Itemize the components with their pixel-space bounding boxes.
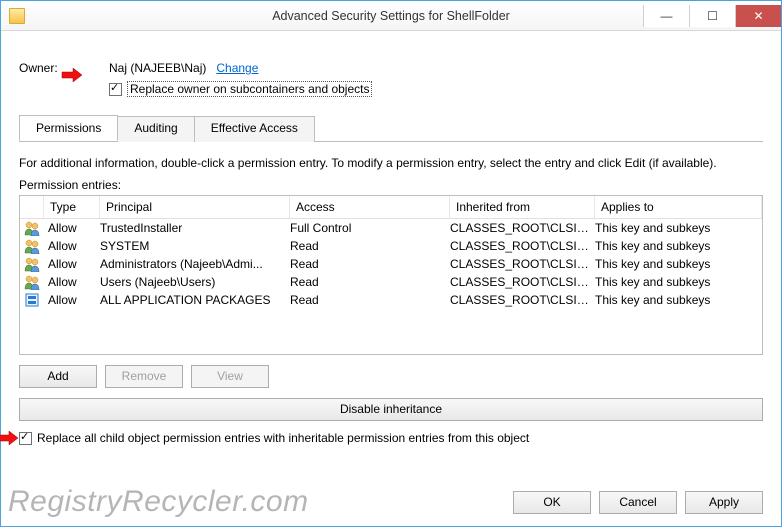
- table-row[interactable]: AllowAdministrators (Najeeb\Admi...ReadC…: [20, 255, 762, 273]
- cell-access: Read: [290, 275, 450, 289]
- col-header-icon[interactable]: [20, 196, 44, 218]
- table-row[interactable]: AllowSYSTEMReadCLASSES_ROOT\CLSID...This…: [20, 237, 762, 255]
- cell-applies: This key and subkeys: [595, 275, 762, 289]
- cell-inherited: CLASSES_ROOT\CLSID...: [450, 293, 595, 307]
- dialog-content: Owner: Naj (NAJEEB\Naj) Change Replace o…: [1, 31, 781, 526]
- list-header: Type Principal Access Inherited from App…: [20, 196, 762, 219]
- principal-icon: [20, 220, 44, 236]
- cell-principal: SYSTEM: [100, 239, 290, 253]
- col-header-principal[interactable]: Principal: [100, 196, 290, 218]
- cell-type: Allow: [44, 293, 100, 307]
- cell-principal: ALL APPLICATION PACKAGES: [100, 293, 290, 307]
- table-row[interactable]: AllowTrustedInstallerFull ControlCLASSES…: [20, 219, 762, 237]
- remove-button: Remove: [105, 365, 183, 388]
- apply-button[interactable]: Apply: [685, 491, 763, 514]
- security-settings-window: Advanced Security Settings for ShellFold…: [0, 0, 782, 527]
- col-header-inherited[interactable]: Inherited from: [450, 196, 595, 218]
- replace-child-checkbox[interactable]: [19, 432, 32, 445]
- cell-type: Allow: [44, 221, 100, 235]
- cell-applies: This key and subkeys: [595, 239, 762, 253]
- replace-owner-checkbox[interactable]: [109, 83, 122, 96]
- replace-owner-row: Replace owner on subcontainers and objec…: [109, 81, 763, 97]
- principal-icon: [20, 292, 44, 308]
- change-owner-link[interactable]: Change: [216, 61, 258, 75]
- cell-type: Allow: [44, 275, 100, 289]
- owner-name: Naj (NAJEEB\Naj): [109, 61, 206, 75]
- table-row[interactable]: AllowUsers (Najeeb\Users)ReadCLASSES_ROO…: [20, 273, 762, 291]
- cell-access: Read: [290, 293, 450, 307]
- titlebar[interactable]: Advanced Security Settings for ShellFold…: [1, 1, 781, 31]
- permission-entries-list[interactable]: Type Principal Access Inherited from App…: [19, 195, 763, 355]
- entry-buttons-row: Add Remove View: [19, 365, 763, 388]
- cell-principal: Users (Najeeb\Users): [100, 275, 290, 289]
- cell-inherited: CLASSES_ROOT\CLSID...: [450, 257, 595, 271]
- col-header-applies[interactable]: Applies to: [595, 196, 762, 218]
- tab-permissions[interactable]: Permissions: [19, 115, 118, 141]
- cell-principal: TrustedInstaller: [100, 221, 290, 235]
- principal-icon: [20, 256, 44, 272]
- cell-access: Read: [290, 257, 450, 271]
- view-button: View: [191, 365, 269, 388]
- table-row[interactable]: AllowALL APPLICATION PACKAGESReadCLASSES…: [20, 291, 762, 309]
- replace-owner-label[interactable]: Replace owner on subcontainers and objec…: [127, 81, 372, 97]
- annotation-arrow-icon: [61, 68, 83, 82]
- cell-principal: Administrators (Najeeb\Admi...: [100, 257, 290, 271]
- principal-icon: [20, 274, 44, 290]
- disable-inheritance-row: Disable inheritance: [19, 398, 763, 421]
- cell-type: Allow: [44, 239, 100, 253]
- replace-child-label[interactable]: Replace all child object permission entr…: [37, 431, 529, 445]
- annotation-arrow-icon: [0, 431, 19, 445]
- window-title: Advanced Security Settings for ShellFold…: [1, 9, 781, 23]
- add-button[interactable]: Add: [19, 365, 97, 388]
- cell-inherited: CLASSES_ROOT\CLSID...: [450, 275, 595, 289]
- principal-icon: [20, 238, 44, 254]
- cell-access: Full Control: [290, 221, 450, 235]
- dialog-buttons: OK Cancel Apply: [513, 491, 763, 514]
- tab-auditing[interactable]: Auditing: [117, 116, 194, 142]
- owner-row: Owner: Naj (NAJEEB\Naj) Change: [19, 61, 763, 75]
- cancel-button[interactable]: Cancel: [599, 491, 677, 514]
- replace-child-row: Replace all child object permission entr…: [19, 431, 763, 445]
- entries-label: Permission entries:: [19, 178, 763, 192]
- cell-inherited: CLASSES_ROOT\CLSID...: [450, 221, 595, 235]
- col-header-type[interactable]: Type: [44, 196, 100, 218]
- ok-button[interactable]: OK: [513, 491, 591, 514]
- tab-effective-access[interactable]: Effective Access: [194, 116, 315, 142]
- cell-type: Allow: [44, 257, 100, 271]
- tabs: Permissions Auditing Effective Access: [19, 115, 763, 142]
- disable-inheritance-button[interactable]: Disable inheritance: [19, 398, 763, 421]
- info-text: For additional information, double-click…: [19, 156, 763, 170]
- cell-applies: This key and subkeys: [595, 221, 762, 235]
- list-body: AllowTrustedInstallerFull ControlCLASSES…: [20, 219, 762, 309]
- cell-access: Read: [290, 239, 450, 253]
- cell-applies: This key and subkeys: [595, 293, 762, 307]
- cell-applies: This key and subkeys: [595, 257, 762, 271]
- col-header-access[interactable]: Access: [290, 196, 450, 218]
- cell-inherited: CLASSES_ROOT\CLSID...: [450, 239, 595, 253]
